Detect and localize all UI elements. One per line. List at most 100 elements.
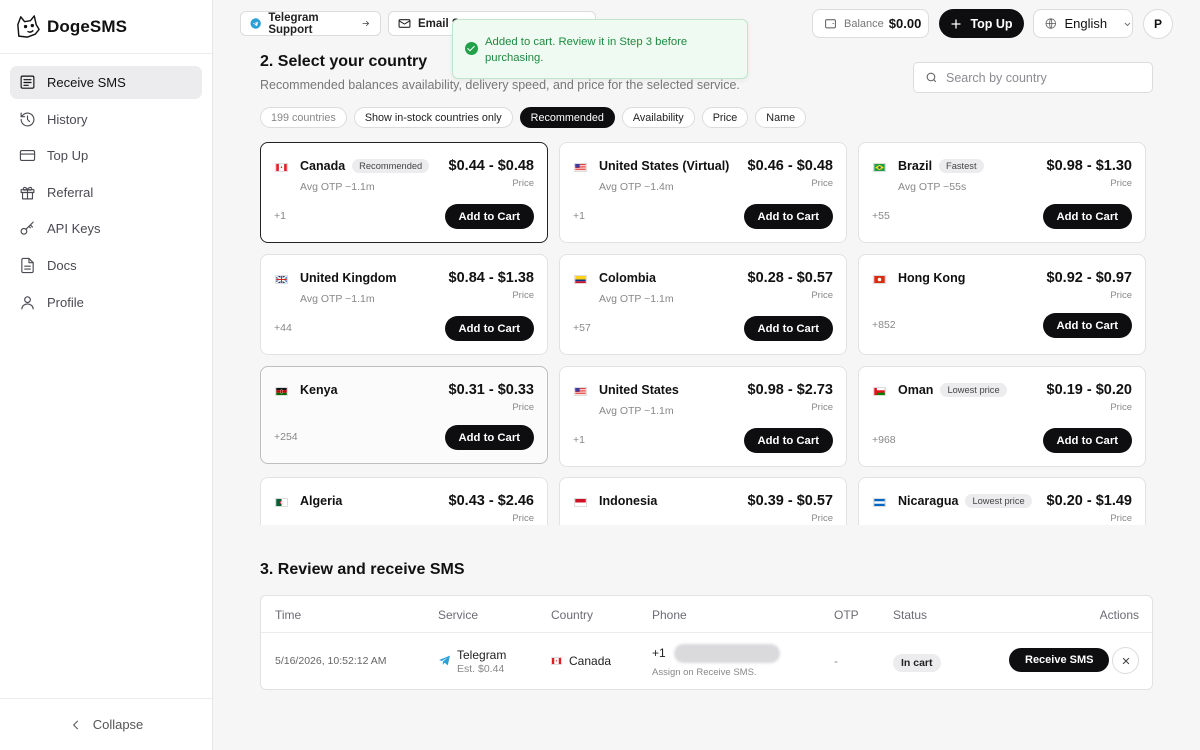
dial-code: +55 [872,210,890,222]
telegram-support-button[interactable]: Telegram Support [240,11,381,36]
arrow-right-icon [363,20,370,27]
dial-code: +1 [573,210,585,222]
price-range: $0.92 - $0.97 [1046,270,1132,286]
chip-sort-availability[interactable]: Availability [621,107,695,128]
country-card-indonesia[interactable]: Indonesia $0.39 - $0.57 Price [559,477,847,525]
add-to-cart-button[interactable]: Add to Cart [743,428,833,453]
country-card-united-states[interactable]: United States Avg OTP ~1.1m $0.98 - $2.7… [559,366,847,467]
section-3-title: 3. Review and receive SMS [260,561,465,578]
country-name: Indonesia [599,494,658,508]
add-to-cart-button[interactable]: Add to Cart [444,425,534,450]
balance-display[interactable]: Balance $0.00 [812,9,929,38]
chip-sort-recommended[interactable]: Recommended [519,107,615,128]
filter-chips: 199 countries Show in-stock countries on… [260,107,813,128]
close-icon [1122,657,1129,664]
sidebar-item-referral[interactable]: Referral [10,176,202,209]
sidebar-item-history[interactable]: History [10,103,202,136]
avg-otp: Avg OTP ~1.1m [300,181,375,193]
sidebar: DogeSMS Receive SMS History Top Up Refer… [0,0,213,750]
add-to-cart-button[interactable]: Add to Cart [1042,428,1132,453]
price-range: $0.43 - $2.46 [448,493,534,509]
country-card-united-states-virtual[interactable]: United States (Virtual) Avg OTP ~1.4m $0… [559,142,847,243]
flag-hong-kong-icon [873,275,886,284]
country-name: Brazil [898,159,933,173]
chip-sort-price[interactable]: Price [701,107,749,128]
review-table: Time Service Country Phone OTP Status Ac… [260,595,1153,690]
dial-code: +968 [872,434,896,446]
country-card-algeria[interactable]: Algeria $0.43 - $2.46 Price [260,477,548,525]
col-status: Status [893,608,928,622]
country-card-united-kingdom[interactable]: United Kingdom Avg OTP ~1.1m $0.84 - $1.… [260,254,548,355]
brand-name: DogeSMS [47,16,128,36]
flag-brazil-icon [873,163,886,172]
card-icon [19,150,36,162]
country-card-brazil[interactable]: Brazil Fastest Avg OTP ~55s $0.98 - $1.30… [858,142,1146,243]
sidebar-item-docs[interactable]: Docs [10,249,202,282]
flag-us-icon [574,163,587,172]
row-time: 5/16/2026, 10:52:12 AM [275,655,387,667]
sidebar-item-profile[interactable]: Profile [10,286,202,319]
col-country: Country [551,608,594,622]
price-range: $0.84 - $1.38 [448,270,534,286]
avg-otp: Avg OTP ~1.1m [599,293,674,305]
row-service: Telegram [457,648,507,662]
country-card-canada[interactable]: Canada Recommended Avg OTP ~1.1m $0.44 - … [260,142,548,243]
badge-lowest-price: Lowest price [965,494,1032,508]
doc-icon [21,257,34,274]
country-name: Algeria [300,494,343,508]
avg-otp: Avg OTP ~1.1m [300,293,375,305]
country-card-nicaragua[interactable]: Nicaragua Lowest price $0.20 - $1.49 Pric… [858,477,1146,525]
country-name: United States [599,383,679,397]
brand[interactable]: DogeSMS [0,0,212,54]
price-range: $0.19 - $0.20 [1046,382,1132,398]
sidebar-item-top-up[interactable]: Top Up [10,139,202,172]
country-name: United Kingdom [300,271,397,285]
add-to-cart-button[interactable]: Add to Cart [1042,313,1132,338]
top-up-label: Top Up [970,16,1013,31]
sidebar-item-api-keys[interactable]: API Keys [10,212,202,245]
add-to-cart-button[interactable]: Add to Cart [444,204,534,229]
flag-canada-icon [275,163,288,172]
price-label: Price [1110,402,1132,413]
avatar[interactable]: P [1143,9,1173,39]
price-label: Price [1110,513,1132,524]
add-to-cart-button[interactable]: Add to Cart [1042,204,1132,229]
receive-sms-button[interactable]: Receive SMS [1009,648,1110,672]
sidebar-item-receive-sms[interactable]: Receive SMS [10,66,202,99]
country-card-oman[interactable]: Oman Lowest price $0.19 - $0.20 Price +96… [858,366,1146,467]
flag-uk-icon [275,275,288,284]
search-icon [926,72,937,83]
col-service: Service [438,608,479,622]
telegram-support-label: Telegram Support [268,11,319,36]
dial-code: +1 [573,434,585,446]
price-label: Price [811,178,833,189]
mail-icon [398,19,411,28]
sidebar-item-label: Receive SMS [47,75,126,90]
sidebar-item-label: Docs [47,257,77,273]
col-time: Time [275,608,302,622]
add-to-cart-button[interactable]: Add to Cart [743,204,833,229]
chip-in-stock-toggle[interactable]: Show in-stock countries only [353,107,513,128]
table-row: 5/16/2026, 10:52:12 AM Telegram Est. $0.… [261,633,1152,689]
language-select[interactable]: English [1033,9,1133,38]
section-2-title: 2. Select your country [260,53,428,70]
add-to-cart-button[interactable]: Add to Cart [743,316,833,341]
add-to-cart-button[interactable]: Add to Cart [444,316,534,341]
country-search[interactable] [913,62,1153,93]
chip-sort-name[interactable]: Name [755,107,807,128]
price-label: Price [1110,178,1132,189]
top-up-button[interactable]: Top Up [939,9,1024,38]
country-grid: Canada Recommended Avg OTP ~1.1m $0.44 - … [260,142,1147,525]
country-name: Nicaragua [898,494,959,508]
country-card-kenya[interactable]: Kenya $0.31 - $0.33 Price +254 Add to Ca… [260,366,548,464]
country-card-hong-kong[interactable]: Hong Kong $0.92 - $0.97 Price +852 Add t… [858,254,1146,355]
dial-code: +254 [274,431,298,443]
collapse-button[interactable]: Collapse [0,698,212,750]
telegram-plane-icon [439,655,450,666]
remove-button[interactable] [1112,647,1139,674]
price-label: Price [811,513,833,524]
price-range: $0.98 - $1.30 [1046,158,1132,174]
search-input[interactable] [946,70,1146,85]
country-card-colombia[interactable]: Colombia Avg OTP ~1.1m $0.28 - $0.57 Pri… [559,254,847,355]
dial-code: +1 [274,210,286,222]
